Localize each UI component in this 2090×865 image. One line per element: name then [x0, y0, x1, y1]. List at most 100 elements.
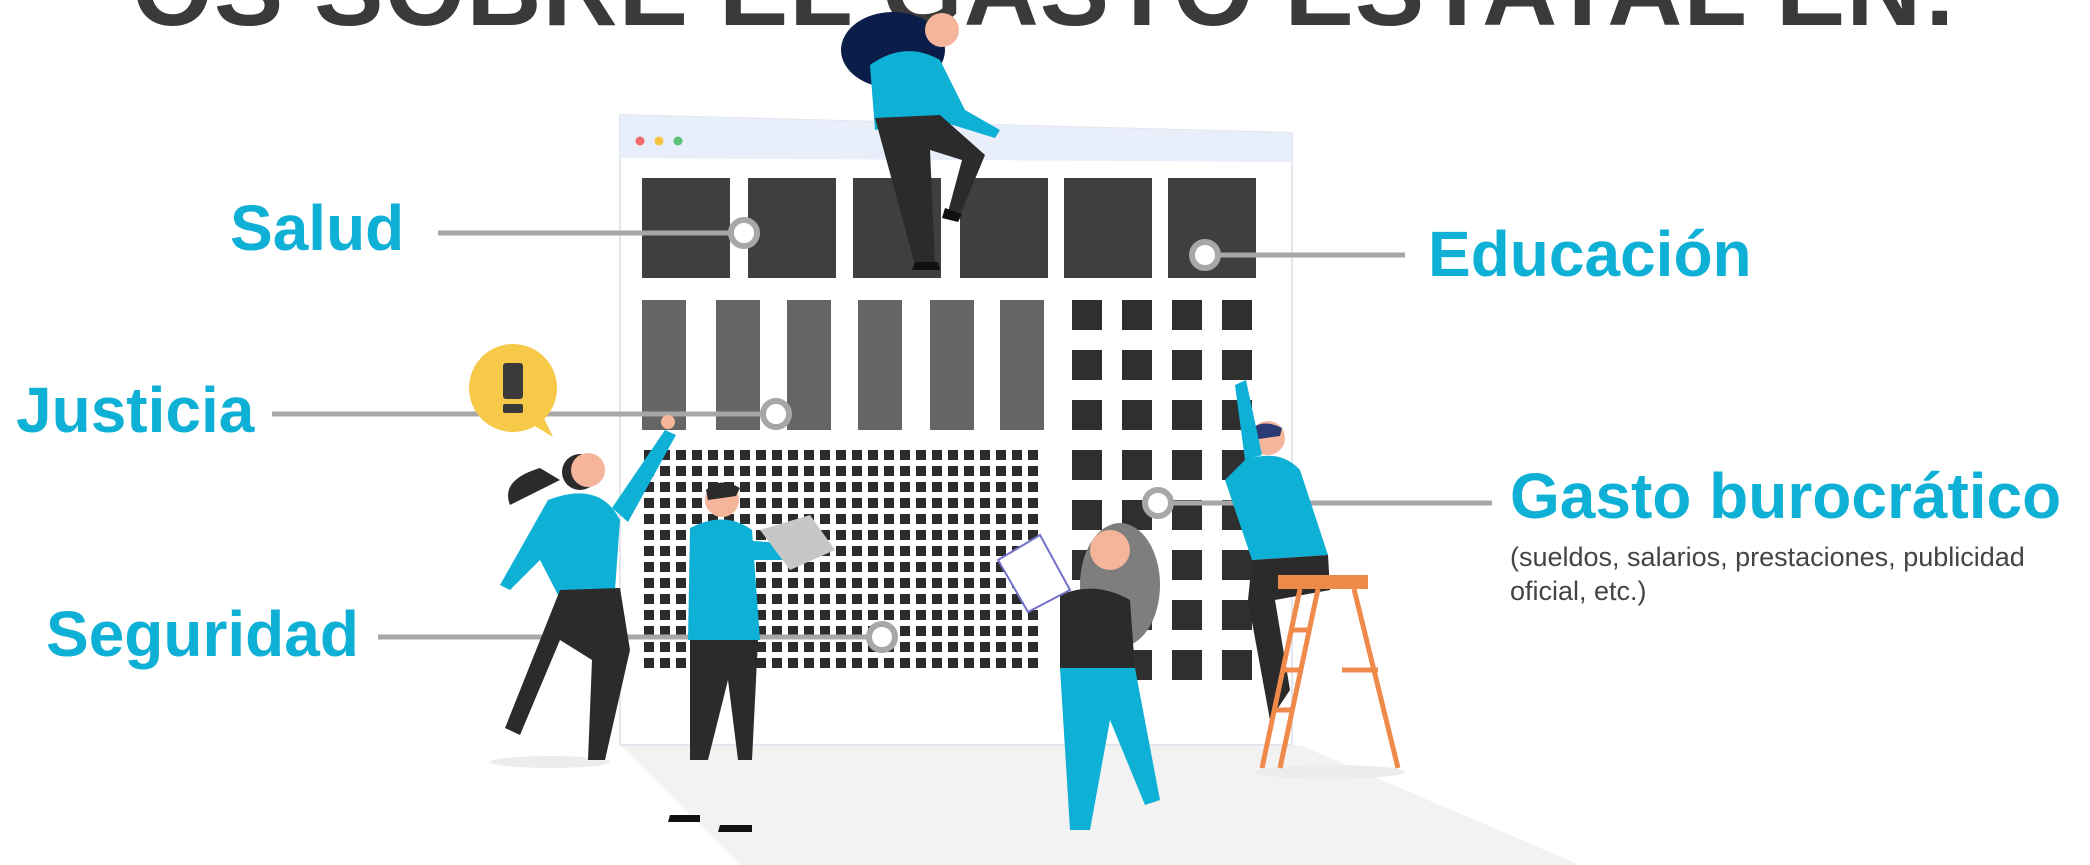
grid-dot — [772, 498, 782, 508]
grid-dot — [852, 642, 862, 652]
grid-dot — [676, 562, 686, 572]
grid-dot — [820, 642, 830, 652]
grid-dot — [948, 450, 958, 460]
grid-dot — [740, 482, 750, 492]
grid-dot — [836, 514, 846, 524]
grid-dot — [948, 562, 958, 572]
grid-dot — [756, 466, 766, 476]
grid-dot — [884, 482, 894, 492]
grid-dot — [836, 498, 846, 508]
grid-dot — [996, 658, 1006, 668]
grid-dot — [868, 546, 878, 556]
grid-dot — [932, 498, 942, 508]
grid-dot — [916, 482, 926, 492]
grid-dot — [964, 610, 974, 620]
grid-square — [1172, 450, 1202, 480]
grid-dot — [836, 466, 846, 476]
grid-dot — [948, 594, 958, 604]
grid-dot — [884, 578, 894, 588]
grid-dot — [884, 546, 894, 556]
grid-square — [1072, 450, 1102, 480]
grid-dot — [900, 514, 910, 524]
grid-dot — [900, 578, 910, 588]
grid-dot — [1012, 610, 1022, 620]
grid-square — [1122, 450, 1152, 480]
grid-dot — [916, 642, 926, 652]
grid-dot — [964, 578, 974, 588]
grid-dot — [996, 530, 1006, 540]
grid-dot — [644, 642, 654, 652]
grid-square — [1122, 400, 1152, 430]
grid-dot — [692, 482, 702, 492]
grid-dot — [964, 514, 974, 524]
grid-dot — [884, 658, 894, 668]
grid-dot — [740, 450, 750, 460]
grid-dot — [772, 610, 782, 620]
grid-dot — [836, 594, 846, 604]
grid-dot — [852, 466, 862, 476]
grid-dot — [868, 466, 878, 476]
grid-dot — [660, 594, 670, 604]
label-justicia: Justicia — [16, 374, 255, 446]
grid-square — [1072, 350, 1102, 380]
grid-dot — [740, 498, 750, 508]
grid-dot — [836, 546, 846, 556]
grid-dot — [852, 450, 862, 460]
grid-dot — [996, 626, 1006, 636]
grid-dot — [884, 514, 894, 524]
grid-dot — [964, 450, 974, 460]
grid-dot — [772, 658, 782, 668]
grid-dot — [948, 610, 958, 620]
grid-dot — [868, 530, 878, 540]
grid-dot — [756, 514, 766, 524]
grid-dot — [996, 610, 1006, 620]
grid-dot — [980, 450, 990, 460]
grid-dot — [948, 642, 958, 652]
grid-dot — [676, 642, 686, 652]
grid-dot — [820, 658, 830, 668]
grid-dot — [804, 578, 814, 588]
grid-dot — [868, 498, 878, 508]
grid-dot — [836, 658, 846, 668]
grid-dot — [660, 578, 670, 588]
grid-dot — [676, 658, 686, 668]
grid-dot — [820, 498, 830, 508]
grid-dot — [836, 642, 846, 652]
grid-dot — [660, 562, 670, 572]
grid-dot — [916, 594, 926, 604]
grid-dot — [660, 498, 670, 508]
window-controls-icon — [635, 136, 683, 146]
grid-dot — [916, 546, 926, 556]
grid-dot — [964, 530, 974, 540]
grid-dot — [676, 450, 686, 460]
grid-dot — [804, 562, 814, 572]
grid-dot — [900, 642, 910, 652]
grid-dot — [900, 658, 910, 668]
grid-dot — [756, 450, 766, 460]
grid-dot — [676, 578, 686, 588]
grid-dot — [852, 578, 862, 588]
grid-dot — [1012, 530, 1022, 540]
grid-dot — [916, 466, 926, 476]
grid-dot — [1028, 466, 1038, 476]
grid-dot — [868, 514, 878, 524]
grid-dot — [660, 466, 670, 476]
grid-dot — [692, 450, 702, 460]
exclamation-bubble-icon — [469, 344, 557, 437]
grid-square — [1172, 550, 1202, 580]
grid-dot — [804, 498, 814, 508]
grid-dot — [916, 498, 926, 508]
grid-dot — [820, 562, 830, 572]
grid-dot — [964, 466, 974, 476]
grid-dot — [996, 514, 1006, 524]
grid-dot — [980, 642, 990, 652]
grid-dot — [644, 594, 654, 604]
grid-dot — [836, 578, 846, 588]
grid-dot — [820, 514, 830, 524]
grid-dot — [948, 546, 958, 556]
infographic-illustration — [272, 12, 1580, 865]
grid-square — [1122, 350, 1152, 380]
grid-dot — [804, 466, 814, 476]
grid-dot — [788, 578, 798, 588]
grid-dot — [820, 450, 830, 460]
